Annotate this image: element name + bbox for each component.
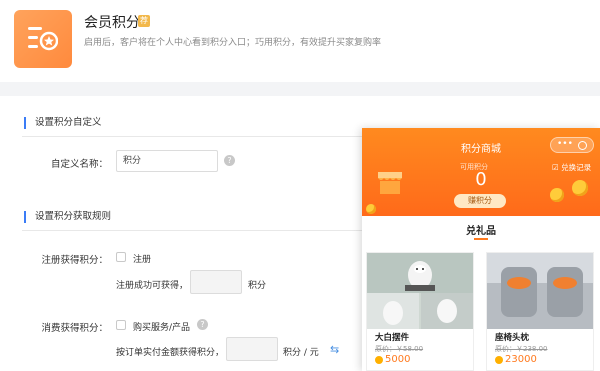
- consume-points-unit: 积分 / 元: [283, 348, 319, 358]
- page-description: 启用后，客户将在个人中心看到积分入口；巧用积分，有效提升买家复购率: [84, 38, 382, 48]
- mall-banner: 积分商城 ••• 可用积分 0 赚积分 ☑ 兑换记录: [362, 128, 600, 216]
- exchange-history-link[interactable]: ☑ 兑换记录: [552, 162, 591, 173]
- coin-icon: [572, 180, 588, 196]
- coin-icon: [495, 356, 503, 364]
- consume-points-label: 消费获得积分：: [41, 323, 108, 334]
- section-title-custom: 设置积分自定义: [24, 117, 102, 129]
- custom-name-label: 自定义名称：: [50, 159, 108, 170]
- more-icon[interactable]: •••: [557, 139, 573, 149]
- product-name: 座椅头枕: [495, 333, 530, 343]
- consume-points-input[interactable]: [226, 337, 278, 361]
- gifts-title: 兑礼品: [466, 226, 496, 237]
- swap-icon[interactable]: ⇆: [330, 343, 339, 356]
- coin-icon: [375, 356, 383, 364]
- product-name: 大白摆件: [375, 333, 410, 343]
- list-star-icon: [28, 27, 58, 51]
- register-success-text: 注册成功可获得，: [116, 281, 189, 291]
- consume-checkbox-label: 购买服务/产品: [133, 323, 191, 333]
- mall-preview: 积分商城 ••• 可用积分 0 赚积分 ☑ 兑换记录 兑礼品 大白摆件 原价：￥…: [362, 128, 600, 371]
- product-points-price: 23000: [505, 354, 537, 365]
- checklist-icon: ☑: [552, 163, 562, 172]
- register-points-unit: 积分: [248, 281, 267, 291]
- register-checkbox-label: 注册: [133, 255, 152, 265]
- product-card[interactable]: 大白摆件 原价：￥58.00 5000: [366, 252, 474, 371]
- product-image-headrest: [487, 253, 593, 329]
- consume-order-text: 按订单实付金额获得积分，: [116, 348, 225, 358]
- close-target-icon[interactable]: [578, 141, 587, 150]
- register-checkbox[interactable]: [116, 252, 126, 262]
- section-divider: [22, 230, 362, 231]
- app-logo: [14, 10, 72, 68]
- recommend-badge: 荐: [138, 15, 150, 27]
- shop-stall-icon: [378, 172, 402, 194]
- page-title: 会员积分: [84, 15, 140, 31]
- app-header: 会员积分 荐 启用后，客户将在个人中心看到积分入口；巧用积分，有效提升买家复购率: [0, 0, 600, 82]
- register-points-input[interactable]: [190, 270, 242, 294]
- product-points-price: 5000: [385, 354, 411, 365]
- product-image-figurine: [367, 253, 473, 329]
- register-points-label: 注册获得积分：: [41, 255, 108, 266]
- header-divider: [0, 82, 600, 96]
- section-title-rules: 设置积分获取规则: [24, 211, 111, 223]
- exchange-history-label: 兑换记录: [561, 163, 592, 172]
- section-divider: [22, 136, 362, 137]
- consume-checkbox[interactable]: [116, 320, 126, 330]
- coin-icon: [550, 188, 564, 202]
- product-original-price: 原价：￥58.00: [375, 345, 424, 353]
- earn-points-button[interactable]: 赚积分: [454, 194, 506, 208]
- question-circle-icon[interactable]: ?: [197, 319, 208, 330]
- coin-icon: [366, 204, 376, 214]
- gifts-underline: [474, 238, 488, 240]
- product-card[interactable]: 座椅头枕 原价：￥238.00 23000: [486, 252, 594, 371]
- member-points-page: 会员积分 荐 启用后，客户将在个人中心看到积分入口；巧用积分，有效提升买家复购率…: [0, 0, 600, 371]
- product-original-price: 原价：￥238.00: [495, 345, 548, 353]
- question-circle-icon[interactable]: ?: [224, 155, 235, 166]
- mini-program-capsule[interactable]: •••: [550, 137, 594, 153]
- custom-name-input[interactable]: 积分: [116, 150, 218, 172]
